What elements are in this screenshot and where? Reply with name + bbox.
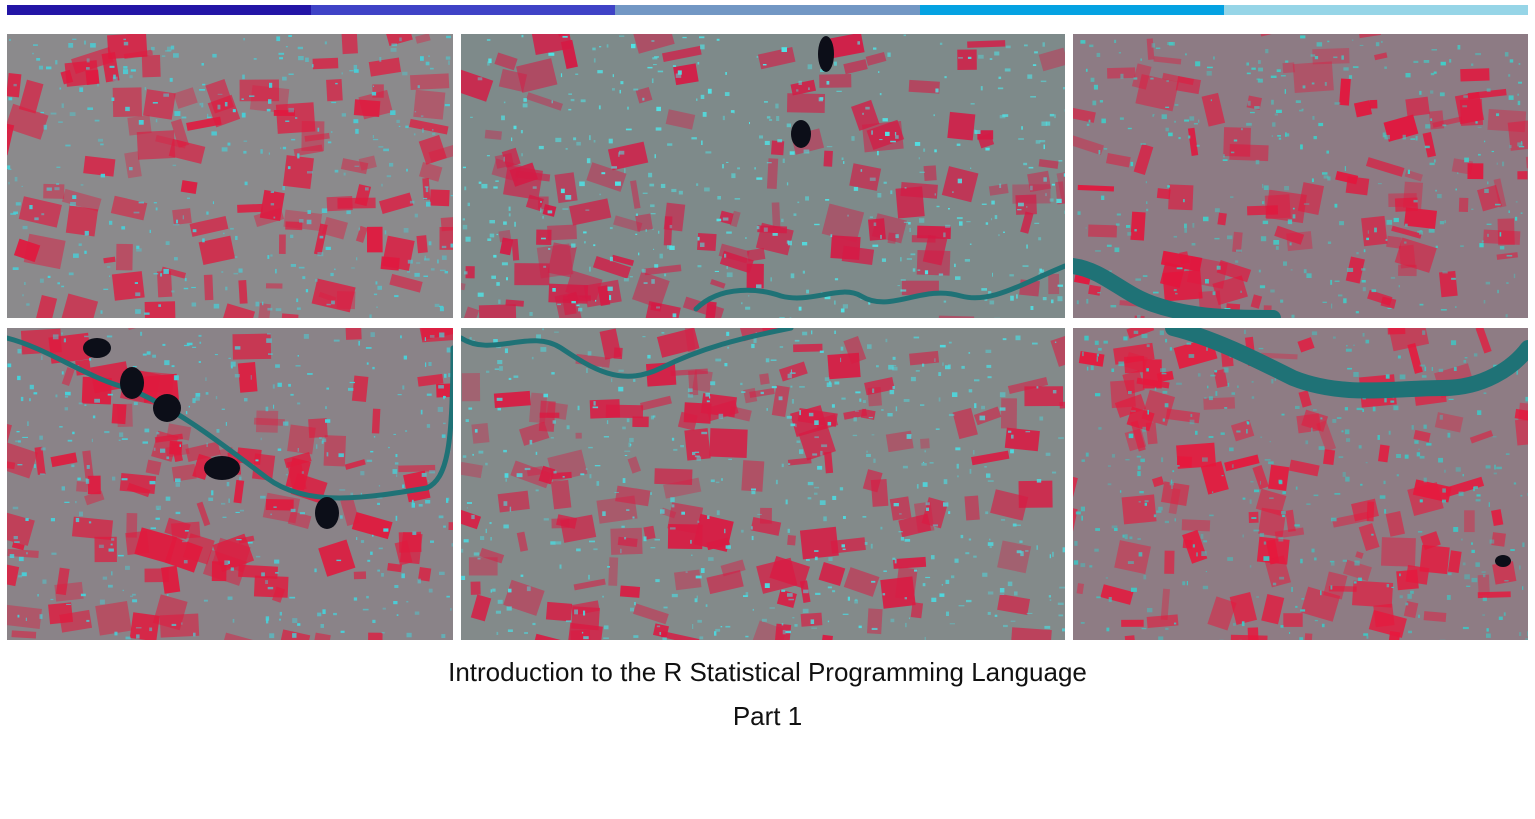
satellite-texture [461,34,1065,318]
lake [315,497,339,529]
tile-top-right [1073,34,1528,318]
tile-bottom-center [461,328,1065,640]
tile-bottom-right [1073,328,1528,640]
slide-subtitle: Part 1 [732,701,803,731]
satellite-texture [1073,328,1528,640]
tile-top-center [461,34,1065,318]
tile-top-left [7,34,453,318]
slide-title: Introduction to the R Statistical Progra… [448,657,1087,687]
header-bar-segment-3 [615,5,920,15]
satellite-texture [461,328,1065,640]
header-bar-segment-2 [311,5,616,15]
header-bar-segment-5 [1223,5,1529,15]
satellite-image-mosaic [7,34,1528,640]
lake [153,394,181,422]
satellite-texture [7,328,453,640]
slide-header-bar [7,5,1529,15]
lake [791,120,811,148]
river [461,328,794,379]
lake [1495,555,1511,567]
header-bar-segment-1 [7,5,312,15]
satellite-texture [1073,34,1528,318]
lake [120,367,144,399]
lake [818,36,834,72]
satellite-texture [7,34,453,318]
header-bar-segment-4 [919,5,1224,15]
tile-bottom-left [7,328,453,640]
lake [204,456,240,480]
lake [83,338,111,358]
